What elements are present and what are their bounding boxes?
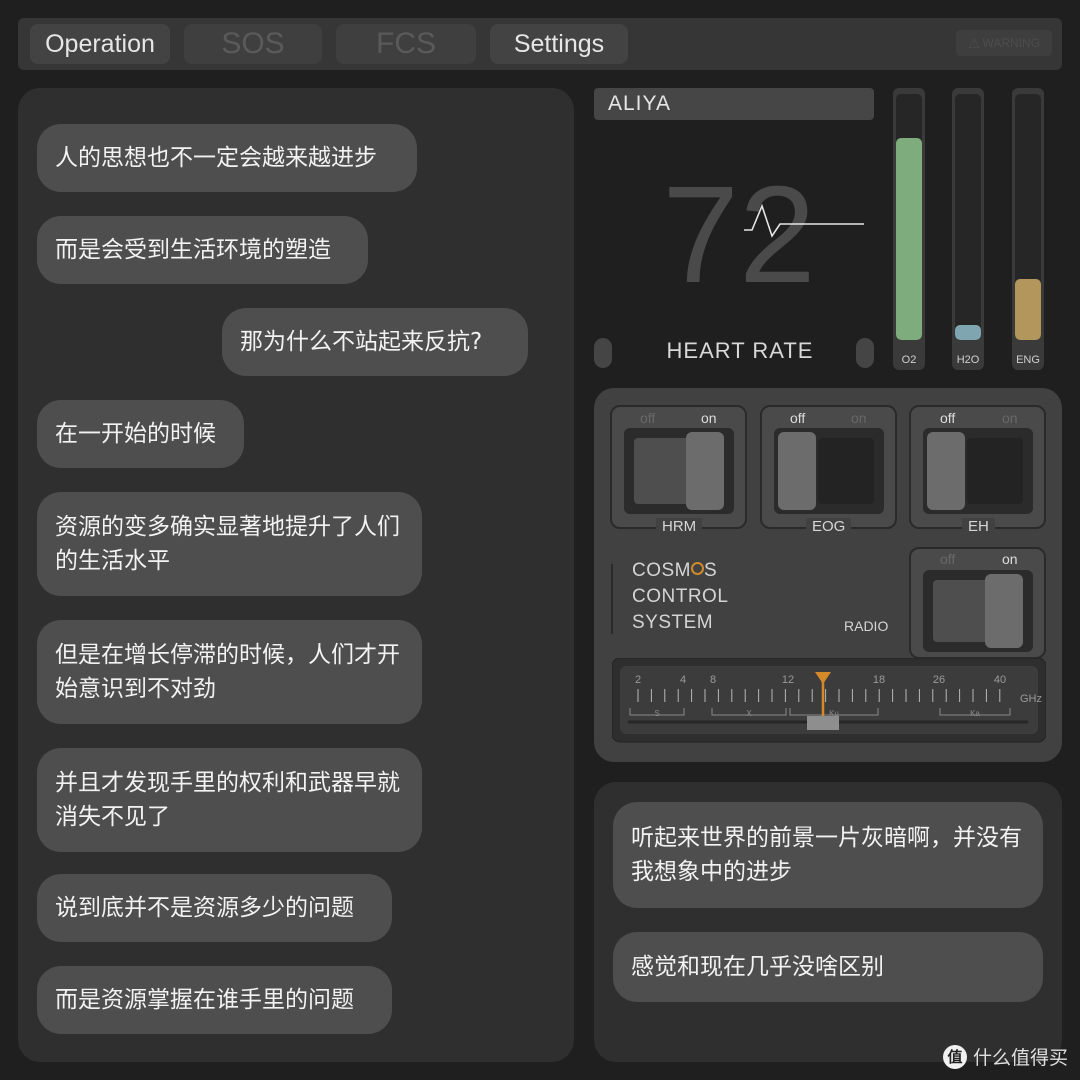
switch-hrm-knob[interactable]: [686, 432, 724, 510]
system-name-line-2: CONTROL: [632, 586, 729, 607]
character-name: ALIYA: [594, 88, 874, 120]
tab-settings[interactable]: Settings: [490, 24, 628, 64]
switch-eog-off-label: off: [790, 410, 806, 426]
tuner-label: 26: [933, 674, 945, 686]
hr-left-indicator: [594, 338, 612, 368]
chat-bubble: 资源的变多确实显著地提升了人们的生活水平: [37, 492, 422, 596]
chat-bubble: 而是资源掌握在谁手里的问题: [37, 966, 392, 1034]
tab-operation[interactable]: Operation: [30, 24, 170, 64]
system-name: COSM S CONTROL SYSTEM: [632, 558, 728, 636]
gauge-o2: O2: [893, 88, 925, 370]
warning-icon: ⚠: [967, 34, 981, 51]
heart-rate-value: 72: [662, 158, 816, 312]
gauge-eng: ENG: [1012, 88, 1044, 370]
switch-eh-on-label: on: [1002, 410, 1018, 426]
heart-rate-display: 72: [662, 158, 864, 312]
tuner-label: 12: [782, 674, 794, 686]
tuner-label: 8: [710, 674, 716, 686]
divider: [611, 564, 613, 634]
radio-label: RADIO: [844, 618, 889, 634]
switch-radio-on-label: on: [1002, 551, 1018, 567]
gauge-o2-label: O2: [901, 354, 917, 366]
chat-bubble: 并且才发现手里的权利和武器早就消失不见了: [37, 748, 422, 852]
chat-bubble: 在一开始的时候: [37, 400, 244, 468]
chat-bubble: 而是会受到生活环境的塑造: [37, 216, 368, 284]
switch-eog-knob[interactable]: [778, 432, 816, 510]
chat-bubble-self: 感觉和现在几乎没啥区别: [613, 932, 1043, 1002]
warning-indicator: ⚠ WARNING: [956, 30, 1052, 56]
gauge-eng-label: ENG: [1016, 354, 1040, 366]
chat-bubble: 说到底并不是资源多少的问题: [37, 874, 392, 942]
switch-eog-label: EOG: [806, 518, 852, 535]
chat-bubble-self: 那为什么不站起来反抗?: [222, 308, 528, 376]
switch-eog[interactable]: [774, 428, 884, 514]
system-name-line-3: SYSTEM: [632, 612, 714, 633]
tuner-unit: GHz: [1020, 693, 1042, 705]
tab-sos[interactable]: SOS: [184, 24, 322, 64]
tuner-band-ka: Ka: [970, 709, 980, 718]
switch-eh-label: EH: [962, 518, 995, 535]
gauge-h2o-label: H2O: [956, 354, 980, 366]
tuner-band-s: S: [654, 709, 659, 718]
chat-bubble: 但是在增长停滞的时候，人们才开始意识到不对劲: [37, 620, 422, 724]
watermark-text: 什么值得买: [972, 1047, 1068, 1069]
tuner-label: 18: [873, 674, 885, 686]
tuner-slider-handle[interactable]: [807, 716, 839, 730]
switch-hrm-off-label: off: [640, 410, 656, 426]
gauge-o2-fill: [896, 138, 922, 340]
switch-radio[interactable]: [923, 570, 1033, 652]
warning-label: WARNING: [982, 36, 1041, 50]
switch-hrm-label: HRM: [656, 518, 703, 535]
tab-fcs[interactable]: FCS: [336, 24, 476, 64]
switch-eh-off-label: off: [940, 410, 956, 426]
tuner-label: 40: [994, 674, 1006, 686]
top-bar: Operation SOS FCS Settings ⚠ WARNING: [18, 18, 1062, 70]
system-name-line-1: COSM S: [632, 560, 718, 581]
switch-radio-off-label: off: [940, 551, 956, 567]
tuner-band-x: X: [746, 709, 752, 718]
switch-hrm[interactable]: [624, 428, 734, 514]
watermark-logo-icon: 值: [942, 1044, 967, 1069]
gauge-eng-fill: [1015, 278, 1041, 340]
gauge-h2o-fill: [955, 325, 981, 340]
gauge-h2o: H2O: [952, 88, 984, 370]
switch-eh-knob[interactable]: [927, 432, 965, 510]
tuner-label: 2: [635, 674, 641, 686]
heart-rate-label: HEART RATE: [666, 338, 814, 363]
switch-radio-knob[interactable]: [985, 574, 1023, 648]
chat-bubble: 人的思想也不一定会越来越进步: [37, 124, 417, 192]
switch-hrm-on-label: on: [701, 410, 717, 426]
switch-eog-on-label: on: [851, 410, 867, 426]
chat-bubble-self: 听起来世界的前景一片灰暗啊，并没有我想象中的进步: [613, 802, 1043, 908]
radio-tuner[interactable]: 2 4 8 12 18 26 40 GHz S X Ku Ka: [612, 658, 1046, 748]
switch-eh[interactable]: [923, 428, 1033, 514]
watermark: 值 什么值得买: [942, 1043, 1068, 1070]
tuner-label: 4: [680, 674, 686, 686]
